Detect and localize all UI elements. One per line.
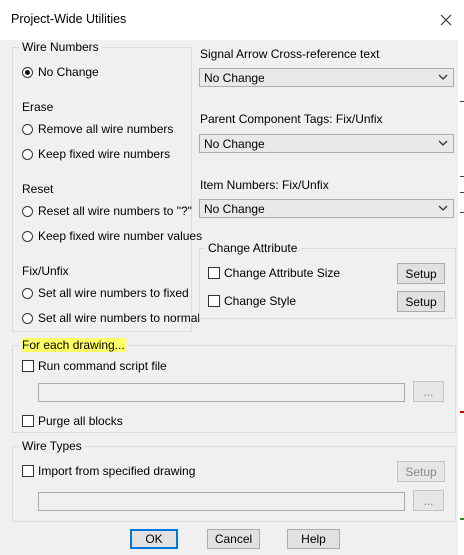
background-mark: [460, 411, 464, 413]
checkbox-icon[interactable]: [208, 267, 220, 279]
script-file-path-input[interactable]: [38, 383, 405, 402]
signal-arrow-select-value: No Change: [204, 70, 265, 85]
run-command-script-label: Run command script file: [38, 359, 167, 373]
window-title: Project-Wide Utilities: [11, 12, 127, 26]
radio-icon[interactable]: [22, 205, 33, 217]
each-drawing-highlighted-text: For each drawing...: [22, 338, 125, 352]
change-style-checkbox[interactable]: Change Style: [208, 294, 296, 308]
radio-remove-all-label: Remove all wire numbers: [38, 122, 174, 136]
parent-component-label: Parent Component Tags: Fix/Unfix: [200, 112, 383, 126]
wire-numbers-group-label: Wire Numbers: [19, 40, 102, 54]
signal-arrow-label: Signal Arrow Cross-reference text: [200, 47, 380, 61]
radio-keep-fixed-values-label: Keep fixed wire number values: [38, 229, 203, 243]
ok-button[interactable]: OK: [130, 529, 178, 549]
radio-icon[interactable]: [22, 123, 33, 135]
reset-label: Reset: [22, 182, 54, 196]
radio-no-change[interactable]: No Change: [22, 65, 99, 79]
background-window-strip: [458, 0, 464, 555]
wire-types-setup-button[interactable]: Setup: [397, 461, 445, 482]
radio-reset-all-wire-numbers[interactable]: Reset all wire numbers to "?": [22, 204, 192, 218]
parent-component-select[interactable]: No Change: [199, 134, 454, 153]
radio-set-all-fixed[interactable]: Set all wire numbers to fixed: [22, 286, 189, 300]
radio-keep-fixed-label: Keep fixed wire numbers: [38, 147, 171, 161]
radio-icon[interactable]: [22, 312, 33, 324]
radio-icon[interactable]: [22, 287, 33, 299]
item-numbers-select[interactable]: No Change: [199, 199, 454, 218]
close-icon[interactable]: [436, 10, 456, 30]
radio-no-change-label: No Change: [38, 65, 99, 79]
background-line: [460, 192, 464, 193]
run-command-script-checkbox[interactable]: Run command script file: [22, 359, 167, 373]
change-attribute-size-label: Change Attribute Size: [224, 266, 341, 280]
background-mark: [460, 518, 464, 520]
radio-set-fixed-label: Set all wire numbers to fixed: [38, 286, 189, 300]
radio-keep-fixed-wire-number-values[interactable]: Keep fixed wire number values: [22, 229, 202, 243]
import-from-drawing-label: Import from specified drawing: [38, 464, 196, 478]
fix-unfix-label: Fix/Unfix: [22, 264, 69, 278]
purge-all-blocks-label: Purge all blocks: [38, 414, 123, 428]
item-numbers-select-value: No Change: [204, 201, 265, 216]
import-drawing-path-input[interactable]: [38, 492, 405, 511]
purge-all-blocks-checkbox[interactable]: Purge all blocks: [22, 414, 123, 428]
change-attribute-size-checkbox[interactable]: Change Attribute Size: [208, 266, 340, 280]
background-line: [460, 212, 464, 213]
script-browse-button[interactable]: ...: [413, 381, 444, 402]
checkbox-icon[interactable]: [22, 465, 34, 477]
item-numbers-label: Item Numbers: Fix/Unfix: [200, 178, 329, 192]
change-style-label: Change Style: [224, 294, 297, 308]
cancel-button[interactable]: Cancel: [207, 529, 260, 549]
wire-types-group-label: Wire Types: [19, 439, 85, 453]
radio-set-normal-label: Set all wire numbers to normal: [38, 311, 201, 325]
chevron-down-icon: [438, 205, 448, 211]
radio-selected-icon[interactable]: [22, 66, 33, 78]
background-line: [460, 176, 464, 177]
help-button[interactable]: Help: [287, 529, 340, 549]
import-browse-button[interactable]: ...: [413, 490, 444, 511]
radio-remove-all-wire-numbers[interactable]: Remove all wire numbers: [22, 122, 173, 136]
each-drawing-group-label: For each drawing...: [19, 338, 128, 352]
change-attribute-size-setup-button[interactable]: Setup: [397, 263, 445, 284]
radio-icon[interactable]: [22, 230, 33, 242]
checkbox-icon[interactable]: [208, 295, 220, 307]
checkbox-icon[interactable]: [22, 360, 34, 372]
change-style-setup-button[interactable]: Setup: [397, 291, 445, 312]
checkbox-icon[interactable]: [22, 415, 34, 427]
erase-label: Erase: [22, 100, 54, 114]
signal-arrow-select[interactable]: No Change: [199, 68, 454, 87]
change-attribute-group-label: Change Attribute: [205, 241, 301, 255]
background-line: [460, 101, 464, 102]
radio-set-all-normal[interactable]: Set all wire numbers to normal: [22, 311, 200, 325]
parent-component-select-value: No Change: [204, 136, 265, 151]
chevron-down-icon: [438, 74, 448, 80]
radio-icon[interactable]: [22, 148, 33, 160]
radio-keep-fixed-wire-numbers[interactable]: Keep fixed wire numbers: [22, 147, 170, 161]
chevron-down-icon: [438, 140, 448, 146]
radio-reset-all-label: Reset all wire numbers to "?": [38, 204, 192, 218]
import-from-drawing-checkbox[interactable]: Import from specified drawing: [22, 464, 195, 478]
